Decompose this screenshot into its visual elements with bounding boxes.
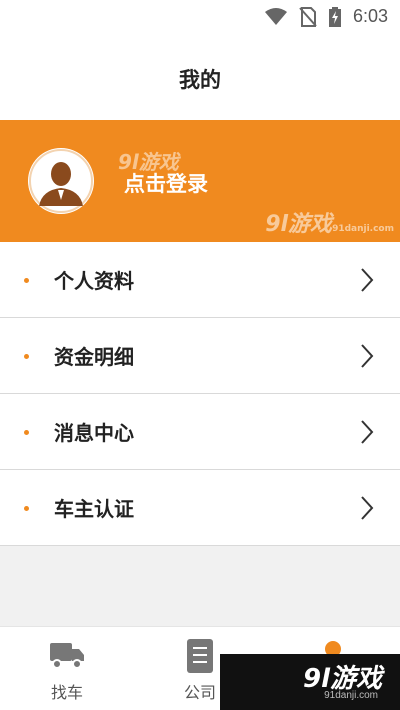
menu-item-label: 资金明细 <box>54 345 134 369</box>
tab-find-truck[interactable]: 找车 <box>0 627 134 710</box>
menu-item-label: 消息中心 <box>54 421 134 445</box>
bullet-dot-icon <box>24 430 29 435</box>
menu-item-profile[interactable]: 个人资料 <box>0 242 400 318</box>
document-icon <box>187 639 213 673</box>
chevron-right-icon <box>361 268 374 292</box>
status-icons: 6:03 <box>264 6 388 27</box>
page-title: 我的 <box>179 68 221 92</box>
menu-item-messages[interactable]: 消息中心 <box>0 394 400 470</box>
menu-list: 个人资料 资金明细 消息中心 车主认证 <box>0 242 400 546</box>
login-link[interactable]: 点击登录 <box>124 168 208 198</box>
battery-charging-icon <box>328 6 341 27</box>
chevron-right-icon <box>361 496 374 520</box>
no-sim-icon <box>299 6 317 27</box>
user-avatar-icon <box>29 149 93 213</box>
menu-item-label: 个人资料 <box>54 269 134 293</box>
bullet-dot-icon <box>24 278 29 283</box>
watermark-big-sub: 91danji.com <box>332 224 394 234</box>
watermark-big-text: 9l游戏 <box>265 212 333 237</box>
tab-label: 找车 <box>50 683 83 702</box>
chevron-right-icon <box>361 344 374 368</box>
chevron-right-icon <box>361 420 374 444</box>
menu-item-funds[interactable]: 资金明细 <box>0 318 400 394</box>
bullet-dot-icon <box>24 506 29 511</box>
profile-banner[interactable]: 9l游戏 点击登录 9l游戏91danji.com <box>0 120 400 242</box>
menu-item-label: 车主认证 <box>54 497 134 521</box>
watermark-big: 9l游戏91danji.com <box>265 206 394 238</box>
avatar[interactable] <box>28 148 94 214</box>
bullet-dot-icon <box>24 354 29 359</box>
truck-icon <box>50 643 84 669</box>
status-time: 6:03 <box>352 6 388 26</box>
menu-item-owner-verification[interactable]: 车主认证 <box>0 470 400 546</box>
status-bar: 6:03 <box>0 0 400 36</box>
page-header: 我的 <box>0 36 400 120</box>
watermark-overlay: 9l游戏 91danji.com <box>220 654 400 710</box>
watermark-overlay-sub: 91danji.com <box>324 690 378 701</box>
wifi-icon <box>264 7 287 25</box>
